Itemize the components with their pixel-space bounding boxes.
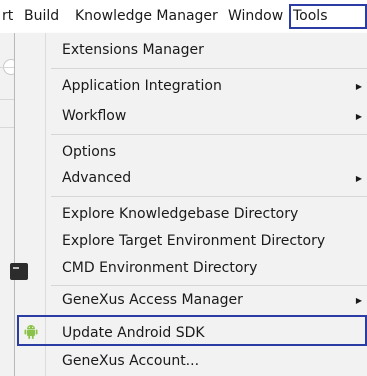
menu-tools[interactable]: Tools (289, 4, 367, 29)
menu-separator (51, 134, 367, 135)
menu-item-label: Advanced (62, 170, 132, 186)
menu-separator (51, 285, 367, 286)
menu-separator (51, 196, 367, 197)
menu-item-options[interactable]: Options (45, 139, 367, 166)
menu-item-genexus-access-manager[interactable]: GeneXus Access Manager ▶ (45, 287, 367, 314)
submenu-arrow-icon: ▶ (355, 82, 362, 91)
menu-report[interactable]: rt (2, 4, 13, 29)
menu-item-label: GeneXus Account... (62, 353, 200, 369)
menu-knowledge-manager[interactable]: Knowledge Manager (75, 4, 218, 29)
menu-item-application-integration[interactable]: Application Integration ▶ (45, 73, 367, 100)
menu-item-label: Explore Knowledgebase Directory (62, 206, 299, 222)
menu-item-explore-target-environment-directory[interactable]: Explore Target Environment Directory (45, 228, 367, 255)
menu-window[interactable]: Window (228, 4, 283, 29)
terminal-icon (10, 263, 28, 280)
menu-item-label: Application Integration (62, 78, 222, 94)
menu-item-advanced[interactable]: Advanced ▶ (45, 165, 367, 192)
menu-bar: rt Build Knowledge Manager Window Tools (0, 0, 367, 33)
menu-item-label: Explore Target Environment Directory (62, 233, 326, 249)
menu-item-workflow[interactable]: Workflow ▶ (45, 103, 367, 130)
highlight-box (17, 315, 367, 346)
menu-item-cmd-environment-directory[interactable]: CMD Environment Directory (45, 255, 367, 282)
submenu-arrow-icon: ▶ (355, 112, 362, 121)
menu-item-extensions-manager[interactable]: Extensions Manager (45, 37, 367, 64)
menu-item-label: CMD Environment Directory (62, 260, 258, 276)
menu-item-label: Options (62, 144, 117, 160)
submenu-arrow-icon: ▶ (355, 296, 362, 305)
menu-separator (51, 68, 367, 69)
menu-item-label: GeneXus Access Manager (62, 292, 243, 308)
submenu-arrow-icon: ▶ (355, 174, 362, 183)
menu-item-label: Workflow (62, 108, 127, 124)
menu-item-genexus-account[interactable]: GeneXus Account... (45, 348, 367, 375)
menu-build[interactable]: Build (24, 4, 59, 29)
menu-item-explore-knowledgebase-directory[interactable]: Explore Knowledgebase Directory (45, 201, 367, 228)
menu-item-label: Extensions Manager (62, 42, 204, 58)
